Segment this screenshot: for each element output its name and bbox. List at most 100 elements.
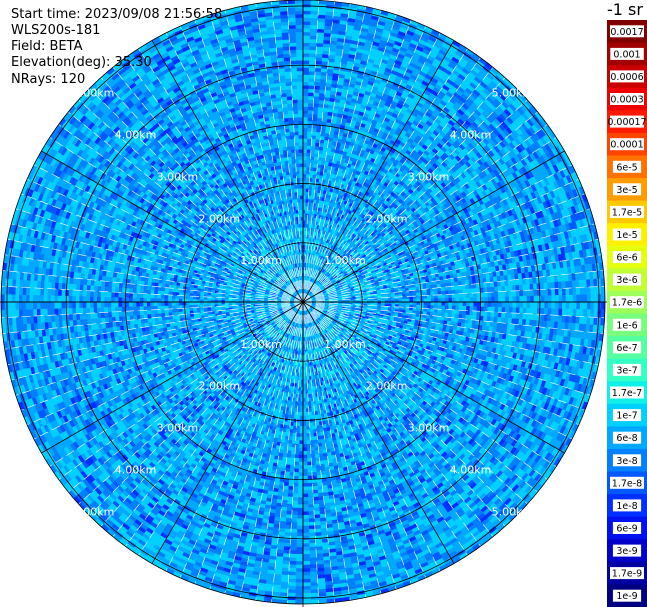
field-cell — [501, 301, 513, 308]
field-cell — [558, 308, 563, 316]
field-cell — [458, 310, 467, 315]
field-cell — [572, 287, 577, 296]
field-cell — [589, 316, 595, 326]
field-cell — [515, 284, 520, 291]
field-cell — [415, 286, 420, 291]
field-cell — [412, 301, 417, 306]
field-cell — [590, 294, 599, 303]
field-cell — [462, 301, 467, 307]
field-cell — [451, 309, 460, 315]
field-cell — [574, 265, 583, 274]
field-cell — [311, 135, 317, 140]
field-cell — [530, 295, 535, 303]
field-cell — [521, 278, 527, 285]
field-cell — [508, 307, 513, 314]
field-cell — [452, 297, 456, 303]
field-cell — [426, 285, 431, 290]
field-cell — [315, 174, 320, 179]
field-cell — [423, 305, 428, 309]
field-cell — [314, 78, 321, 83]
field-cell — [518, 318, 523, 326]
field-cell — [507, 323, 516, 330]
field-cell — [448, 301, 453, 307]
field-cell — [302, 35, 311, 43]
field-cell — [593, 309, 598, 318]
field-cell — [487, 306, 495, 313]
field-cell — [441, 298, 446, 303]
field-cell — [466, 293, 471, 298]
field-cell — [412, 304, 417, 309]
field-cell — [302, 63, 310, 68]
field-cell — [473, 292, 478, 298]
field-cell — [476, 297, 481, 303]
field-cell — [497, 291, 506, 298]
field-cell — [430, 308, 435, 313]
field-cell — [338, 23, 348, 32]
field-cell — [327, 61, 335, 70]
field-cell — [497, 306, 503, 313]
field-cell — [568, 315, 573, 324]
field-cell — [308, 63, 316, 68]
field-cell — [524, 325, 533, 333]
field-cell — [523, 301, 527, 309]
field-cell — [307, 113, 314, 118]
field-cell — [314, 85, 321, 90]
field-cell — [464, 280, 470, 286]
field-cell — [536, 257, 546, 265]
field-cell — [316, 28, 325, 33]
field-cell — [302, 95, 309, 104]
field-cell — [302, 28, 311, 33]
field-cell — [494, 286, 499, 293]
field-cell — [512, 301, 517, 308]
field-cell — [439, 319, 445, 325]
field-cell — [416, 304, 424, 309]
field-cell — [309, 42, 317, 47]
field-cell — [572, 308, 577, 317]
field-cell — [561, 281, 566, 289]
field-cell — [444, 312, 449, 318]
field-cell — [318, 103, 324, 108]
field-cell — [313, 160, 319, 165]
field-cell — [329, 43, 338, 53]
field-cell — [318, 99, 325, 105]
field-cell — [409, 307, 414, 311]
field-cell — [573, 257, 582, 267]
field-cell — [302, 67, 310, 75]
field-cell — [546, 275, 555, 283]
field-cell — [402, 296, 410, 300]
field-cell — [521, 319, 527, 326]
field-cell — [302, 159, 307, 164]
field-cell — [451, 313, 456, 319]
field-cell — [597, 309, 602, 318]
field-cell — [312, 170, 317, 175]
field-cell — [412, 307, 417, 312]
field-cell — [315, 142, 320, 147]
field-cell — [457, 280, 463, 286]
field-cell — [455, 289, 463, 295]
field-cell — [302, 149, 308, 153]
field-cell — [306, 138, 312, 147]
field-cell — [307, 117, 313, 122]
field-cell — [601, 293, 606, 303]
field-cell — [465, 284, 470, 290]
field-cell — [302, 42, 310, 47]
field-cell — [427, 305, 432, 309]
field-cell — [519, 295, 527, 303]
field-cell — [544, 301, 549, 309]
field-cell — [528, 319, 537, 327]
field-cell — [307, 102, 314, 108]
field-cell — [504, 285, 513, 292]
field-cell — [443, 316, 449, 322]
field-cell — [546, 321, 555, 329]
field-cell — [584, 263, 593, 273]
field-cell — [579, 301, 588, 310]
field-cell — [465, 310, 470, 316]
field-cell — [391, 292, 396, 296]
field-cell — [306, 166, 311, 175]
field-cell — [575, 316, 580, 324]
field-cell — [466, 301, 471, 307]
field-cell — [589, 278, 595, 288]
field-cell — [317, 3, 327, 16]
field-cell — [579, 316, 588, 325]
field-cell — [302, 152, 308, 157]
